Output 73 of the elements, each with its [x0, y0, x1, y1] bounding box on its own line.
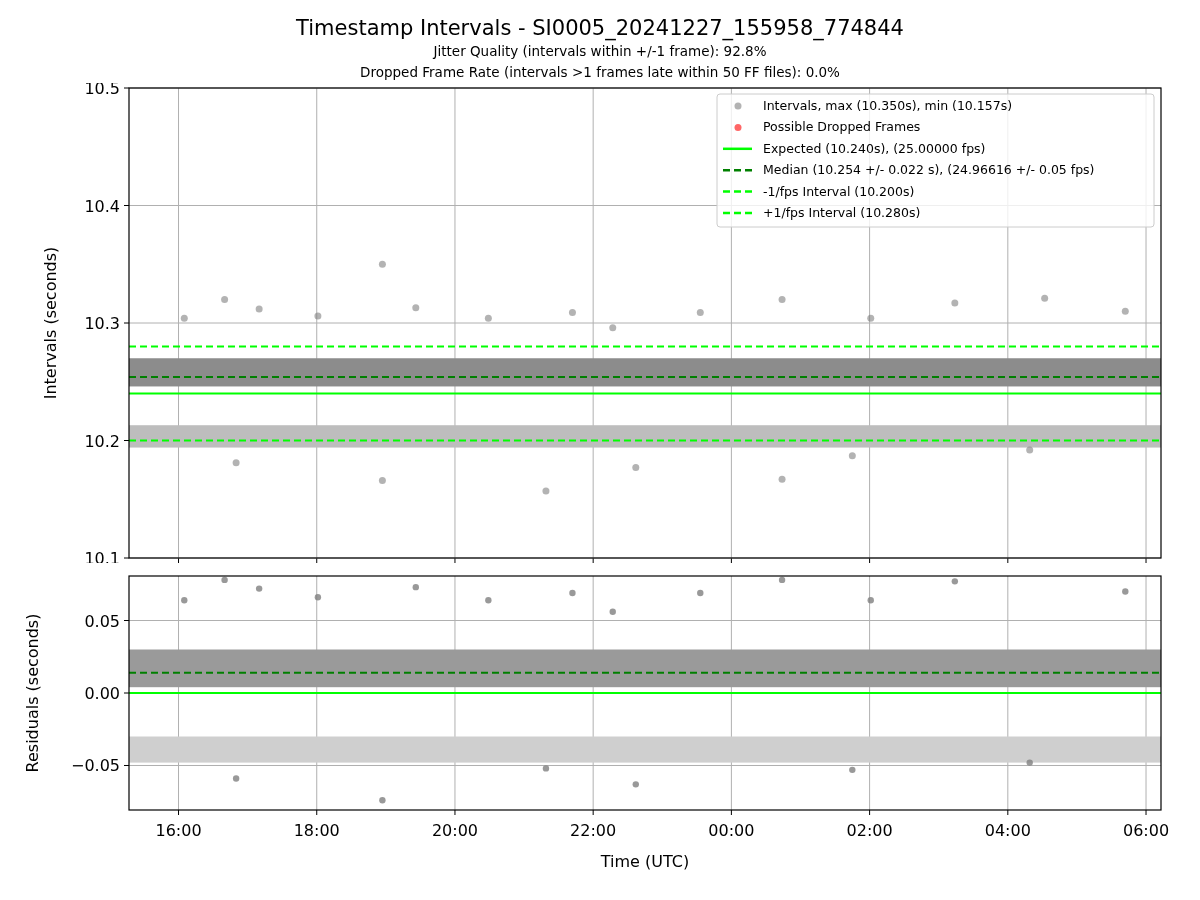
data-point — [221, 576, 228, 584]
chart-subtitle: Dropped Frame Rate (intervals >1 frames late within 50 FF files): 0.0% — [359, 63, 841, 82]
data-point — [181, 597, 188, 604]
x-tick-label: 22:00 — [570, 821, 617, 840]
data-point — [778, 296, 786, 303]
data-point — [568, 308, 576, 316]
data-point — [632, 781, 639, 788]
y-tick-label: 10.2 — [84, 431, 120, 451]
data-point — [542, 765, 550, 772]
legend-label: Expected (10.240s), (25.00000 fps) — [763, 140, 986, 156]
y-tick-label: 0.05 — [84, 611, 120, 631]
legend-label: Intervals, max (10.350s), min (10.157s) — [763, 98, 1013, 113]
chart-subtitle: Jitter Quality (intervals within +/-1 frame): 92.8% — [431, 42, 768, 61]
data-point — [255, 585, 263, 592]
y-tick-label: 10.3 — [84, 314, 120, 333]
data-point — [1026, 759, 1033, 766]
data-point — [255, 305, 263, 313]
data-point — [1026, 446, 1034, 454]
data-point — [378, 476, 386, 484]
data-point — [1121, 307, 1129, 315]
x-tick-label: 20:00 — [431, 821, 478, 840]
legend-label: Median (10.254 +/- 0.022 s), (24.96616 +/- 0.05 fps) — [763, 162, 1095, 178]
legend-line-icon — [723, 168, 752, 172]
y-axis-label: Residuals (seconds) — [23, 613, 42, 773]
data-point — [232, 775, 240, 782]
data-point — [484, 314, 492, 322]
chart-title: Timestamp Intervals - SI0005_20241227_155958_774844 — [295, 15, 905, 41]
data-point — [848, 452, 856, 460]
data-point — [1041, 294, 1049, 302]
data-point — [569, 589, 576, 597]
y-tick-label: 10.4 — [84, 196, 120, 216]
data-point — [232, 459, 240, 467]
legend-marker-icon — [734, 102, 742, 110]
data-point — [778, 576, 786, 584]
data-point — [221, 296, 229, 303]
x-tick-label: 16:00 — [155, 821, 202, 840]
data-point — [485, 597, 492, 604]
legend-label: Possible Dropped Frames — [763, 119, 921, 135]
data-point — [379, 797, 386, 804]
data-point — [778, 475, 786, 483]
x-tick-label: 02:00 — [846, 821, 893, 840]
y-tick-label: −0.05 — [70, 756, 120, 776]
x-tick-label: 06:00 — [1122, 821, 1170, 840]
x-tick-label: 00:00 — [708, 821, 755, 840]
x-axis-label: Time (UTC) — [600, 852, 690, 871]
data-point — [609, 324, 617, 332]
data-point — [378, 260, 386, 268]
data-point — [1122, 588, 1129, 595]
legend-line-icon — [723, 190, 752, 193]
data-point — [609, 608, 616, 615]
data-point — [412, 583, 419, 591]
legend-line-icon — [723, 147, 752, 151]
data-point — [697, 589, 704, 597]
legend-label: +1/fps Interval (10.280s) — [763, 205, 921, 220]
data-point — [849, 766, 856, 774]
x-tick-label: 04:00 — [984, 821, 1031, 840]
data-point — [951, 299, 959, 307]
data-point — [867, 314, 875, 322]
y-tick-label: 0.00 — [84, 684, 120, 703]
data-point — [867, 597, 874, 604]
x-tick-label: 18:00 — [293, 821, 340, 840]
y-axis-label: Intervals (seconds) — [41, 246, 60, 400]
data-point — [542, 487, 550, 495]
data-point — [696, 308, 704, 316]
data-point — [314, 312, 322, 320]
legend-line-icon — [723, 211, 752, 215]
legend-label: -1/fps Interval (10.200s) — [763, 183, 915, 199]
data-point — [180, 314, 188, 322]
data-point — [412, 304, 420, 312]
data-point — [951, 578, 959, 585]
legend-marker-icon — [734, 123, 742, 131]
data-point — [314, 594, 322, 601]
data-point — [632, 464, 640, 472]
